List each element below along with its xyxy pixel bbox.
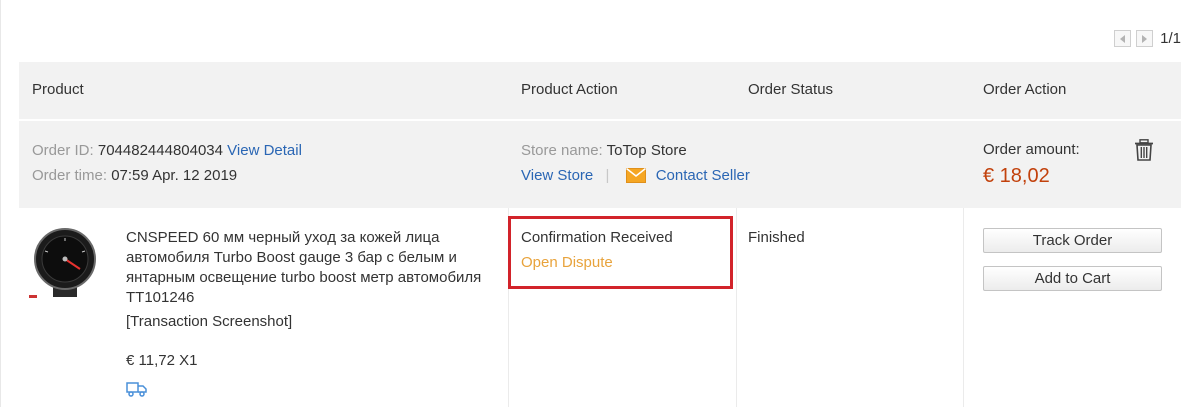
order-item-row: CNSPEED 60 мм черный уход за кожей лица … xyxy=(19,208,1181,407)
contact-seller-link[interactable]: Contact Seller xyxy=(656,167,750,184)
column-divider xyxy=(963,208,964,407)
store-name-line: Store name: ToTop Store xyxy=(521,142,687,159)
trash-icon[interactable] xyxy=(1134,139,1154,161)
prev-page-button[interactable] xyxy=(1114,30,1132,47)
page-border xyxy=(0,0,1,407)
column-divider xyxy=(736,208,737,407)
order-id-value: 704482444804034 xyxy=(97,142,223,159)
order-time-line: Order time: 07:59 Apr. 12 2019 xyxy=(32,167,237,184)
chevron-left-icon xyxy=(1120,34,1126,43)
view-detail-link[interactable]: View Detail xyxy=(227,142,302,159)
product-title-link[interactable]: CNSPEED 60 мм черный уход за кожей лица … xyxy=(126,228,496,308)
order-amount-value: € 18,02 xyxy=(983,165,1050,187)
order-time-label: Order time: xyxy=(32,167,108,184)
mail-icon[interactable] xyxy=(625,168,646,183)
header-product-action: Product Action xyxy=(521,81,618,98)
store-name-label: Store name: xyxy=(521,142,603,159)
truck-icon xyxy=(126,382,147,397)
table-header: Product Product Action Order Status Orde… xyxy=(19,62,1181,119)
item-price: € 11,72 X1 xyxy=(126,352,198,369)
order-id-label: Order ID: xyxy=(32,142,94,159)
store-name-value: ToTop Store xyxy=(606,142,687,159)
product-status: Confirmation Received xyxy=(521,229,673,246)
boost-gauge-thumbnail[interactable] xyxy=(25,225,105,305)
order-status: Finished xyxy=(748,229,805,246)
order-info-row: Order ID: 704482444804034 View Detail Or… xyxy=(19,121,1181,208)
highlight-box xyxy=(508,216,733,289)
view-store-link[interactable]: View Store xyxy=(521,167,593,184)
track-order-button[interactable]: Track Order xyxy=(983,228,1162,253)
header-product: Product xyxy=(32,81,84,98)
pagination: 1/1 xyxy=(1114,30,1181,47)
page-indicator: 1/1 xyxy=(1160,30,1181,47)
order-amount-label: Order amount: xyxy=(983,141,1080,158)
next-page-button[interactable] xyxy=(1136,30,1154,47)
order-id-line: Order ID: 704482444804034 View Detail xyxy=(32,142,302,159)
separator: | xyxy=(605,167,610,184)
transaction-screenshot-link[interactable]: [Transaction Screenshot] xyxy=(126,313,292,330)
open-dispute-link[interactable]: Open Dispute xyxy=(521,254,613,271)
add-to-cart-button[interactable]: Add to Cart xyxy=(983,266,1162,291)
store-actions: View Store | Contact Seller xyxy=(521,167,750,184)
chevron-right-icon xyxy=(1142,34,1148,43)
header-order-action: Order Action xyxy=(983,81,1067,98)
order-time-value: 07:59 Apr. 12 2019 xyxy=(111,167,238,184)
header-order-status: Order Status xyxy=(748,81,834,98)
